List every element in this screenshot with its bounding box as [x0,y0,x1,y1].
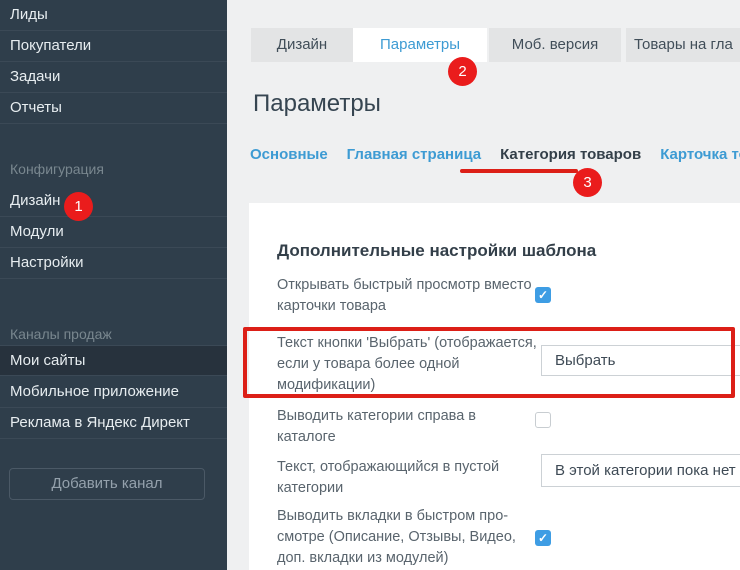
label-line: Текст кнопки 'Выбрать' (отображается, [277,333,537,354]
quick-view-checkbox[interactable]: ✓ [535,287,551,303]
sidebar-item-customers[interactable]: Покупатели [0,31,227,62]
label-line: каталоге [277,427,476,448]
sidebar-section-configuration: Конфигурация [10,159,104,179]
sidebar-item-yandex-direct[interactable]: Реклама в Яндекс Директ [0,408,227,439]
sidebar-item-modules[interactable]: Модули [0,217,227,248]
setting-label-quick-view: Открывать быстрый просмотр вместо карточ… [277,275,532,317]
add-channel-button[interactable]: Добавить канал [9,468,205,500]
sidebar-item-leads[interactable]: Лиды [0,0,227,31]
setting-label-quick-view-tabs: Выводить вкладки в быстром про- смотре (… [277,506,516,569]
label-line: доп. вкладки из модулей) [277,548,516,569]
subtab-general[interactable]: Основные [250,146,328,163]
label-line: Текст, отображающийся в пустой [277,457,499,478]
setting-label-empty-category-text: Текст, отображающийся в пустой категории [277,457,499,499]
sidebar-item-design[interactable]: Дизайн [0,186,227,217]
tab-products-on-home[interactable]: Товары на гла [626,28,740,62]
app-window: Лиды Покупатели Задачи Отчеты Конфигурац… [0,0,740,570]
setting-label-categories-right: Выводить категории справа в каталоге [277,406,476,448]
choose-button-text-input[interactable] [541,345,740,376]
empty-category-text-input[interactable] [541,454,740,487]
label-line: Открывать быстрый просмотр вместо [277,275,532,296]
subtab-home-page[interactable]: Главная страница [347,146,481,163]
sidebar-section-sales-channels: Каналы продаж [10,324,112,344]
tab-mobile-version[interactable]: Моб. версия [489,28,621,62]
categories-right-checkbox[interactable] [535,412,551,428]
annotation-badge-1: 1 [64,192,93,221]
subtab-bar: Основные Главная страница Категория това… [250,146,740,163]
page-title: Параметры [253,90,381,118]
tab-design[interactable]: Дизайн [251,28,353,62]
annotation-badge-3: 3 [573,168,602,197]
annotation-underline [460,169,578,173]
annotation-badge-2: 2 [448,57,477,86]
setting-label-choose-button-text: Текст кнопки 'Выбрать' (отображается, ес… [277,333,537,396]
subtab-product-category[interactable]: Категория товаров [500,146,641,163]
sidebar-item-settings[interactable]: Настройки [0,248,227,279]
quick-view-tabs-checkbox[interactable]: ✓ [535,530,551,546]
section-title: Дополнительные настройки шаблона [277,241,596,261]
label-line: категории [277,478,499,499]
label-line: Выводить вкладки в быстром про- [277,506,516,527]
sidebar-item-mobile-app[interactable]: Мобильное приложение [0,377,227,408]
label-line: смотре (Описание, Отзывы, Видео, [277,527,516,548]
sidebar-item-reports[interactable]: Отчеты [0,93,227,124]
sidebar-item-tasks[interactable]: Задачи [0,62,227,93]
label-line: карточки товара [277,296,532,317]
label-line: Выводить категории справа в [277,406,476,427]
label-line: если у товара более одной [277,354,537,375]
sidebar-item-my-sites[interactable]: Мои сайты [0,345,227,376]
sidebar: Лиды Покупатели Задачи Отчеты Конфигурац… [0,0,227,570]
subtab-product-card[interactable]: Карточка товара [660,146,740,163]
label-line: модификации) [277,375,537,396]
